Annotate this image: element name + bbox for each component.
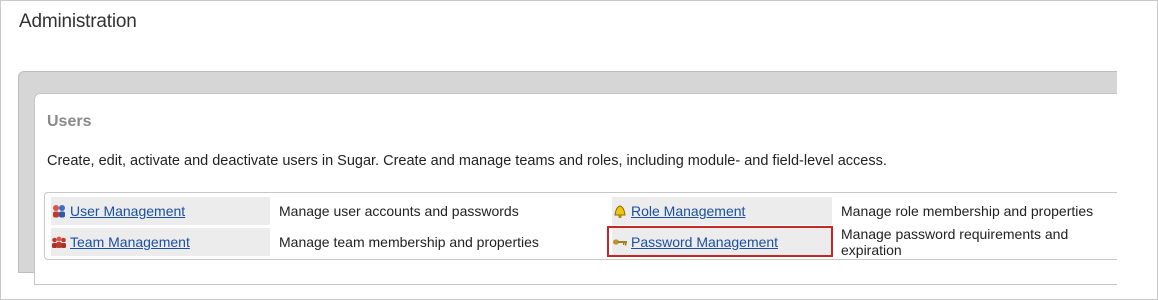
users-icon: [51, 203, 67, 219]
role-management-description: Manage role membership and properties: [841, 203, 1094, 219]
team-management-link[interactable]: Team Management: [70, 234, 190, 250]
bell-icon: [612, 203, 628, 219]
table-cell-desc: Manage role membership and properties: [841, 197, 1111, 225]
highlight-box: [607, 226, 833, 257]
password-management-description: Manage password requirements and expirat…: [841, 226, 1069, 258]
table-cell-desc: Manage user accounts and passwords: [279, 197, 599, 225]
user-management-link[interactable]: User Management: [70, 203, 185, 219]
table-cell-user-management: User Management: [51, 197, 270, 225]
section-title: Users: [47, 113, 92, 130]
team-management-description: Manage team membership and properties: [279, 234, 539, 250]
table-cell-role-management: Role Management: [612, 197, 832, 225]
role-management-link[interactable]: Role Management: [631, 203, 745, 219]
team-icon: [51, 234, 67, 250]
section-description: Create, edit, activate and deactivate us…: [47, 153, 887, 169]
table-cell-desc: Manage team membership and properties: [279, 228, 599, 256]
table-cell-team-management: Team Management: [51, 228, 270, 256]
page-title: Administration: [19, 11, 137, 32]
user-management-description: Manage user accounts and passwords: [279, 203, 519, 219]
table-cell-desc: Manage password requirements and expirat…: [841, 226, 1111, 258]
